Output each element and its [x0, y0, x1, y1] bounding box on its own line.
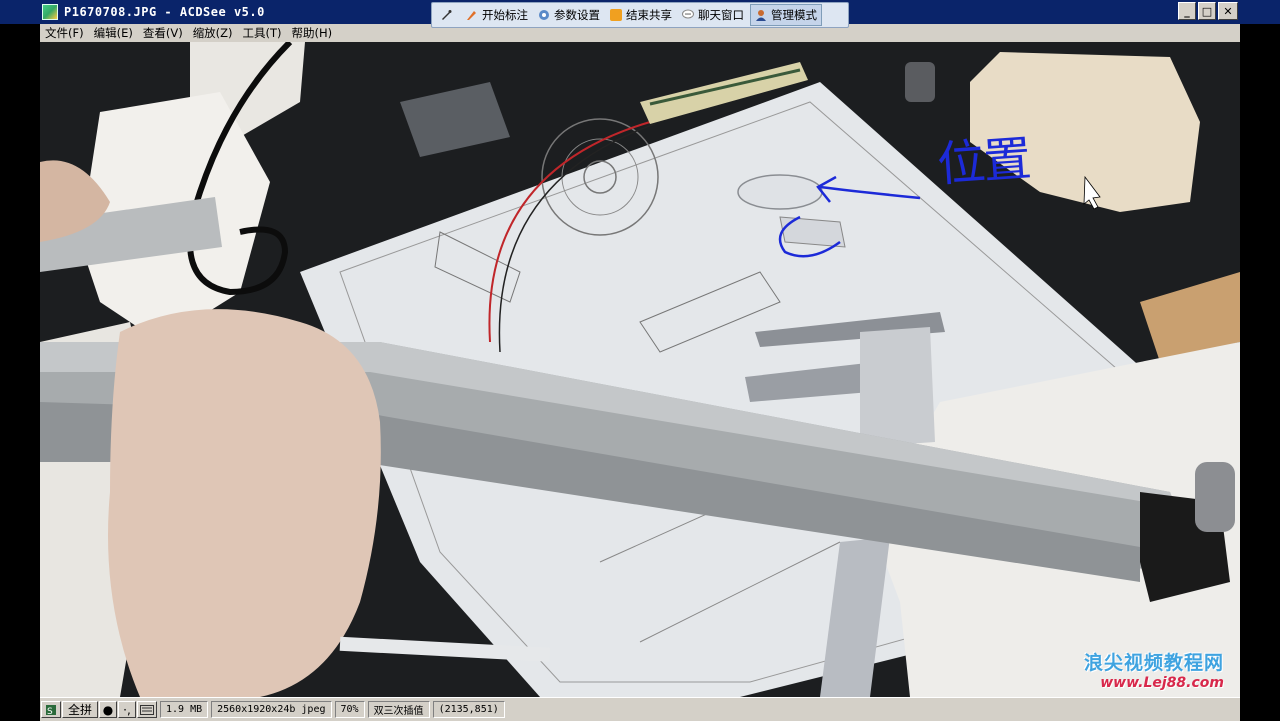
menu-edit[interactable]: 编辑(E) [89, 25, 138, 41]
zoom-level: 70% [334, 701, 365, 718]
watermark-name: 浪尖视频教程网 [1083, 652, 1224, 674]
pen-icon [440, 9, 452, 21]
close-button[interactable]: ✕ [1218, 2, 1238, 20]
admin-mode-label: 管理模式 [771, 8, 817, 22]
handwritten-annotation: 位置 [935, 130, 1032, 194]
menu-zoom[interactable]: 缩放(Z) [188, 25, 238, 41]
menu-help[interactable]: 帮助(H) [287, 25, 338, 41]
chat-icon [682, 9, 694, 21]
interpolation-mode: 双三次插值 [367, 701, 430, 718]
settings-button[interactable]: 参数设置 [534, 5, 604, 25]
menu-file[interactable]: 文件(F) [40, 25, 89, 41]
window-controls: _ □ ✕ [1178, 2, 1238, 20]
image-info: 2560x1920x24b jpeg [211, 701, 332, 718]
ime-fullpinyin-button[interactable]: 全拼 [62, 701, 98, 718]
menu-view[interactable]: 查看(V) [138, 25, 188, 41]
watermark-url: www.Lej88.com [1100, 675, 1224, 691]
start-annotation-label: 开始标注 [482, 8, 528, 22]
left-border [0, 24, 40, 720]
ime-width-button[interactable]: ● [99, 701, 117, 718]
pen-tool-button[interactable] [436, 5, 460, 25]
minimize-button[interactable]: _ [1178, 2, 1196, 20]
keyboard-icon [140, 704, 154, 715]
stop-share-icon [610, 9, 622, 21]
ime-keyboard-button[interactable] [137, 701, 157, 718]
screen-share-toolbar: 开始标注 参数设置 结束共享 聊天窗口 管理模式 [431, 2, 849, 28]
ime-punct-button[interactable]: ·, [118, 701, 136, 718]
maximize-button[interactable]: □ [1198, 2, 1216, 20]
window-title: P1670708.JPG - ACDSee v5.0 [64, 5, 265, 19]
status-bar: S 全拼 ● ·, 1.9 MB 2560x1920x24b jpeg 70% … [40, 697, 1240, 721]
chat-window-button[interactable]: 聊天窗口 [678, 5, 748, 25]
image-viewer[interactable]: 位置 浪尖视频教程网 www.Lej88.com [40, 42, 1240, 697]
watermark: 浪尖视频教程网 www.Lej88.com [1084, 648, 1224, 691]
chat-window-label: 聊天窗口 [698, 8, 744, 22]
settings-label: 参数设置 [554, 8, 600, 22]
ime-logo-button[interactable]: S [41, 701, 61, 718]
admin-mode-button[interactable]: 管理模式 [750, 4, 822, 26]
ime-icon: S [46, 704, 56, 716]
svg-text:S: S [47, 707, 53, 716]
user-icon [755, 9, 767, 21]
file-size: 1.9 MB [160, 701, 209, 718]
right-border [1240, 24, 1280, 720]
start-annotation-button[interactable]: 开始标注 [462, 5, 532, 25]
menu-tools[interactable]: 工具(T) [238, 25, 287, 41]
photo-canvas [40, 42, 1240, 697]
settings-icon [538, 9, 550, 21]
cursor-coordinates: (2135,851) [432, 701, 505, 718]
marker-icon [466, 9, 478, 21]
stop-share-button[interactable]: 结束共享 [606, 5, 676, 25]
stop-share-label: 结束共享 [626, 8, 672, 22]
acdsee-app-icon[interactable] [42, 4, 58, 20]
